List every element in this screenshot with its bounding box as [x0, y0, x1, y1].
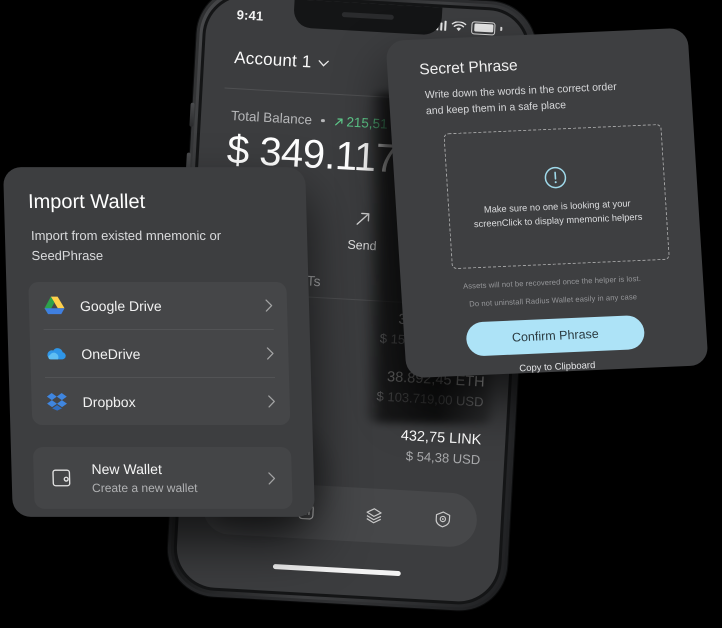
chevron-right-icon: [266, 347, 274, 360]
recovery-note: Assets will not be recovered once the he…: [462, 273, 642, 291]
new-wallet-subtitle: Create a new wallet: [91, 480, 198, 495]
asset-amount: 432,75 LINK: [400, 427, 482, 449]
battery-icon: [471, 20, 497, 36]
asset-usd: $ 54,38 USD: [405, 448, 481, 468]
earpiece-speaker: [341, 11, 394, 20]
google-drive-icon: [43, 295, 66, 317]
provider-label: Google Drive: [79, 297, 162, 314]
status-time: 9:41: [236, 6, 264, 24]
import-wallet-card: Import Wallet Import from existed mnemon…: [3, 167, 315, 517]
confirm-phrase-button[interactable]: Confirm Phrase: [465, 314, 646, 357]
composition-stage: 9:41 Account 1 Total Balance 215,51 % $ …: [0, 0, 722, 628]
chevron-down-icon: [319, 59, 330, 67]
list-item-dropbox[interactable]: Dropbox: [45, 378, 276, 425]
provider-list: Google Drive OneDrive Dropbox: [28, 282, 291, 425]
uninstall-note: Do not uninstall Radius Wallet easily in…: [468, 291, 638, 308]
list-item-onedrive[interactable]: OneDrive: [43, 330, 276, 378]
provider-label: Dropbox: [82, 393, 136, 410]
onedrive-icon: [44, 342, 67, 364]
total-balance-label: Total Balance: [230, 107, 313, 128]
battery-tip: [500, 26, 503, 31]
copy-to-clipboard-button[interactable]: Copy to Clipboard: [428, 356, 686, 378]
status-indicators: [432, 19, 503, 36]
asset-values: 432,75 LINK $ 54,38 USD: [399, 428, 481, 467]
exclamation-circle-icon: [544, 166, 567, 188]
layers-icon[interactable]: [362, 503, 387, 528]
new-wallet-text: New Wallet Create a new wallet: [91, 461, 252, 495]
list-item-google-drive[interactable]: Google Drive: [42, 282, 274, 331]
arrow-up-right-icon: [356, 212, 370, 225]
chevron-right-icon: [268, 471, 276, 485]
secret-phrase-card: Secret Phrase Write down the words in th…: [385, 27, 709, 379]
new-wallet-title: New Wallet: [91, 460, 163, 477]
mnemonic-placeholder[interactable]: Make sure no one is looking at your scre…: [443, 123, 670, 269]
asset-usd: $ 103.719,00 USD: [376, 388, 484, 410]
action-label: Send: [347, 237, 377, 254]
arrow-up-right-icon: [334, 117, 343, 125]
dropbox-icon: [45, 390, 68, 412]
wallet-icon: [52, 469, 71, 487]
chevron-right-icon: [265, 299, 273, 312]
chevron-right-icon: [268, 395, 275, 408]
new-wallet-row[interactable]: New Wallet Create a new wallet: [32, 446, 293, 509]
account-selector[interactable]: Account 1: [234, 48, 330, 73]
import-subtitle: Import from existed mnemonic or SeedPhra…: [30, 228, 222, 263]
separator-dot: [320, 118, 325, 123]
page-title: Secret Phrase: [418, 57, 519, 79]
provider-label: OneDrive: [81, 345, 141, 362]
mnemonic-warning-text: Make sure no one is looking at your scre…: [473, 197, 643, 230]
wifi-icon: [452, 20, 467, 31]
account-name: Account 1: [233, 48, 313, 72]
home-indicator: [272, 564, 401, 577]
shield-target-icon[interactable]: [430, 507, 455, 532]
secret-subtitle: Write down the words in the correct orde…: [424, 80, 618, 117]
page-title: Import Wallet: [27, 191, 146, 214]
